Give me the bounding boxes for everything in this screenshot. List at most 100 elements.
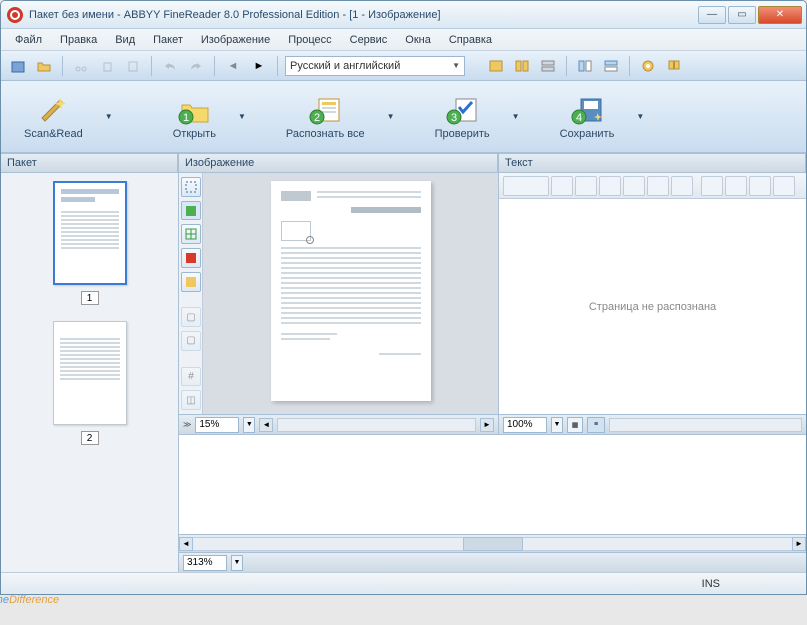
undo-icon[interactable] <box>159 55 181 77</box>
image-zoom-value[interactable]: 15% <box>195 417 239 433</box>
redo-icon[interactable] <box>185 55 207 77</box>
view-exact-icon[interactable]: ▦ <box>567 417 583 433</box>
align-justify-icon[interactable] <box>773 176 795 196</box>
menu-process[interactable]: Процесс <box>280 32 339 48</box>
check-button[interactable]: 3 Проверить <box>424 89 501 145</box>
scroll-left-icon[interactable]: ◄ <box>179 537 193 551</box>
scan-read-dropdown[interactable]: ▼ <box>102 89 116 145</box>
text-hscrollbar[interactable] <box>609 418 802 432</box>
bold-icon[interactable] <box>575 176 597 196</box>
text-block-tool-icon[interactable] <box>181 201 201 221</box>
standard-toolbar: ◄ ► Русский и английский ▼ <box>1 51 806 81</box>
svg-text:3: 3 <box>451 112 457 124</box>
image-hscrollbar[interactable] <box>277 418 476 432</box>
text-content-area: Страница не распознана <box>499 199 806 414</box>
main-area: Изображение ▢ ▢ # <box>179 153 806 572</box>
recognize-button[interactable]: 2 Распознать все <box>275 89 376 145</box>
menu-batch[interactable]: Пакет <box>145 32 191 48</box>
svg-text:2: 2 <box>314 112 320 124</box>
scrollbar-thumb[interactable] <box>463 537 523 551</box>
zoom-panel: ◄ ► 313% ▼ <box>179 434 806 572</box>
bottom-zoom-dropdown[interactable]: ▼ <box>231 555 243 571</box>
menu-image[interactable]: Изображение <box>193 32 278 48</box>
image-viewport[interactable] <box>203 173 498 414</box>
layout-1-icon[interactable] <box>574 55 596 77</box>
language-selector[interactable]: Русский и английский ▼ <box>285 56 465 76</box>
subscript-icon[interactable] <box>671 176 693 196</box>
options-icon[interactable] <box>637 55 659 77</box>
wand-icon <box>35 94 71 126</box>
page-thumbnail-2[interactable] <box>53 321 127 425</box>
italic-icon[interactable] <box>599 176 621 196</box>
not-recognized-message: Страница не распознана <box>589 301 716 313</box>
separator <box>566 56 567 76</box>
close-button[interactable]: ✕ <box>758 6 802 24</box>
svg-text:4: 4 <box>576 112 582 124</box>
paste-icon[interactable] <box>122 55 144 77</box>
next-page-icon[interactable]: ► <box>248 55 270 77</box>
menu-service[interactable]: Сервис <box>342 32 396 48</box>
table-tool-icon[interactable] <box>181 224 201 244</box>
select-tool-icon[interactable] <box>181 177 201 197</box>
scroll-right-icon[interactable]: ► <box>480 418 494 432</box>
image-zoom-dropdown[interactable]: ▼ <box>243 417 255 433</box>
document-page <box>271 181 431 401</box>
menu-file[interactable]: Файл <box>7 32 50 48</box>
font-family-dropdown[interactable] <box>503 176 549 196</box>
save-button[interactable]: 4 Сохранить <box>549 89 626 145</box>
image-zoom-bar: ≫ 15% ▼ ◄ ► <box>179 414 498 434</box>
separator <box>151 56 152 76</box>
add-part-tool-icon[interactable]: ▢ <box>181 307 201 327</box>
align-right-icon[interactable] <box>749 176 771 196</box>
zoom-content[interactable] <box>179 434 806 534</box>
page-thumbnail-1[interactable] <box>53 181 127 285</box>
open-label: Открыть <box>173 128 216 140</box>
scan-read-button[interactable]: Scan&Read <box>13 89 94 145</box>
scroll-right-icon[interactable]: ► <box>792 537 806 551</box>
open-dropdown[interactable]: ▼ <box>235 89 249 145</box>
workspace: Пакет 1 2 Изображен <box>1 153 806 572</box>
text-zoom-value[interactable]: 100% <box>503 417 547 433</box>
new-batch-icon[interactable] <box>7 55 29 77</box>
maximize-button[interactable]: ▭ <box>728 6 756 24</box>
separator <box>277 56 278 76</box>
view-formatted-icon[interactable]: ≡ <box>587 417 605 433</box>
align-left-icon[interactable] <box>701 176 723 196</box>
copy-icon[interactable] <box>96 55 118 77</box>
save-dropdown[interactable]: ▼ <box>633 89 647 145</box>
check-dropdown[interactable]: ▼ <box>509 89 523 145</box>
menu-help[interactable]: Справка <box>441 32 500 48</box>
help-icon[interactable] <box>663 55 685 77</box>
recognize-dropdown[interactable]: ▼ <box>384 89 398 145</box>
picture-tool-icon[interactable] <box>181 248 201 268</box>
svg-text:1: 1 <box>183 112 189 124</box>
zoom-hscrollbar[interactable] <box>193 537 792 551</box>
view-mode-1-icon[interactable] <box>485 55 507 77</box>
layout-2-icon[interactable] <box>600 55 622 77</box>
cut-icon[interactable] <box>70 55 92 77</box>
thumbnail-list[interactable]: 1 2 <box>1 173 178 572</box>
menu-view[interactable]: Вид <box>107 32 143 48</box>
expand-icon[interactable]: ≫ <box>183 420 191 429</box>
batch-panel-header: Пакет <box>1 153 178 173</box>
remove-part-tool-icon[interactable]: ▢ <box>181 331 201 351</box>
open-button[interactable]: 1 Открыть <box>162 89 227 145</box>
menu-edit[interactable]: Правка <box>52 32 105 48</box>
view-mode-3-icon[interactable] <box>537 55 559 77</box>
bottom-zoom-value[interactable]: 313% <box>183 555 227 571</box>
superscript-icon[interactable] <box>647 176 669 196</box>
view-mode-2-icon[interactable] <box>511 55 533 77</box>
menu-windows[interactable]: Окна <box>397 32 439 48</box>
barcode-tool-icon[interactable] <box>181 272 201 292</box>
text-zoom-bar: 100% ▼ ▦ ≡ <box>499 414 806 434</box>
underline-icon[interactable] <box>623 176 645 196</box>
eraser-tool-icon[interactable]: ◫ <box>181 390 201 410</box>
open-batch-icon[interactable] <box>33 55 55 77</box>
prev-page-icon[interactable]: ◄ <box>222 55 244 77</box>
renumber-tool-icon[interactable]: # <box>181 367 201 387</box>
minimize-button[interactable]: — <box>698 6 726 24</box>
font-size-dropdown[interactable] <box>551 176 573 196</box>
text-zoom-dropdown[interactable]: ▼ <box>551 417 563 433</box>
align-center-icon[interactable] <box>725 176 747 196</box>
scroll-left-icon[interactable]: ◄ <box>259 418 273 432</box>
